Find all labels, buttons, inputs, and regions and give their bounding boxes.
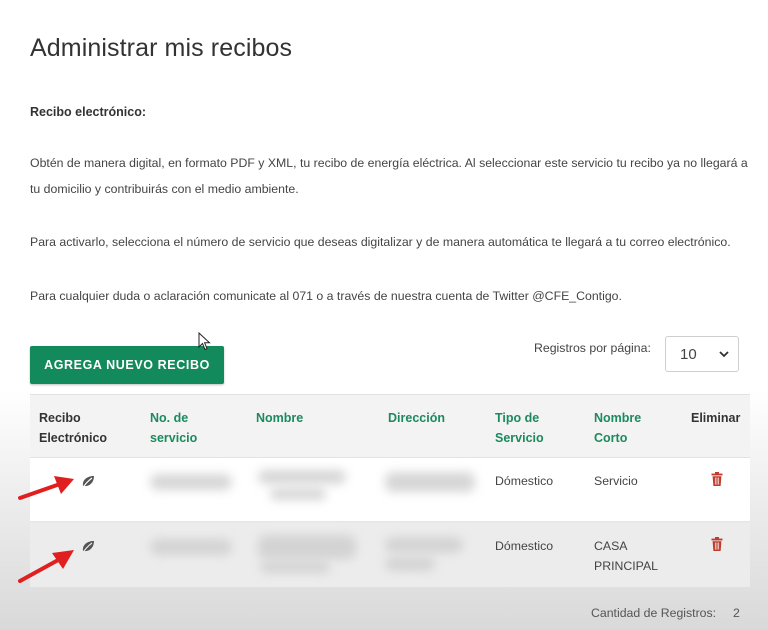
blurred-name-line2 — [260, 561, 330, 573]
header-name[interactable]: Nombre — [256, 408, 303, 428]
trash-icon[interactable] — [711, 472, 723, 486]
header-service-number[interactable]: No. de servicio — [150, 408, 197, 448]
record-count-label: Cantidad de Registros: — [591, 606, 717, 620]
red-arrow-annotation — [18, 476, 74, 500]
table-row: Dómestico Servicio — [30, 458, 750, 522]
per-page-label: Registros por página: — [534, 341, 651, 355]
header-electronic-receipt: Recibo Electrónico — [39, 411, 108, 445]
add-receipt-button[interactable]: AGREGA NUEVO RECIBO — [30, 346, 224, 384]
blurred-address — [385, 537, 463, 553]
page-content: Administrar mis recibos Recibo electróni… — [30, 0, 750, 630]
table-header: Recibo Electrónico No. de servicio Nombr… — [30, 394, 750, 458]
service-type: Dómestico — [495, 539, 554, 553]
blurred-address-line2 — [385, 557, 435, 571]
blurred-name — [258, 535, 356, 559]
info-paragraph-1: Obtén de manera digital, en formato PDF … — [30, 156, 748, 196]
blurred-name-line2 — [270, 488, 326, 500]
header-service-type[interactable]: Tipo de Servicio — [495, 408, 544, 448]
red-arrow-annotation — [18, 550, 74, 583]
trash-icon[interactable] — [711, 537, 723, 551]
header-delete: Eliminar — [691, 411, 741, 425]
per-page-value: 10 — [680, 345, 697, 363]
info-paragraph-2: Para activarlo, selecciona el número de … — [30, 235, 731, 249]
header-address[interactable]: Dirección — [388, 408, 445, 428]
blurred-service-number — [150, 474, 232, 490]
short-name: CASA PRINCIPAL — [594, 539, 659, 573]
info-paragraph-3: Para cualquier duda o aclaración comunic… — [30, 289, 622, 303]
chevron-down-icon — [719, 351, 729, 358]
per-page-select[interactable]: 10 — [665, 336, 739, 372]
blurred-service-number — [150, 539, 232, 555]
page-title: Administrar mis recibos — [30, 34, 293, 62]
mouse-cursor-icon — [198, 332, 211, 351]
table-row: Dómestico CASA PRINCIPAL — [30, 523, 750, 587]
blurred-address — [385, 472, 475, 492]
blurred-name — [258, 470, 346, 484]
receipts-table: Recibo Electrónico No. de servicio Nombr… — [30, 394, 750, 587]
header-short-name[interactable]: Nombre Corto — [594, 408, 641, 448]
section-subtitle: Recibo electrónico: — [30, 105, 146, 119]
service-type: Dómestico — [495, 474, 554, 488]
short-name: Servicio — [594, 474, 638, 488]
record-count-value: 2 — [733, 606, 740, 620]
